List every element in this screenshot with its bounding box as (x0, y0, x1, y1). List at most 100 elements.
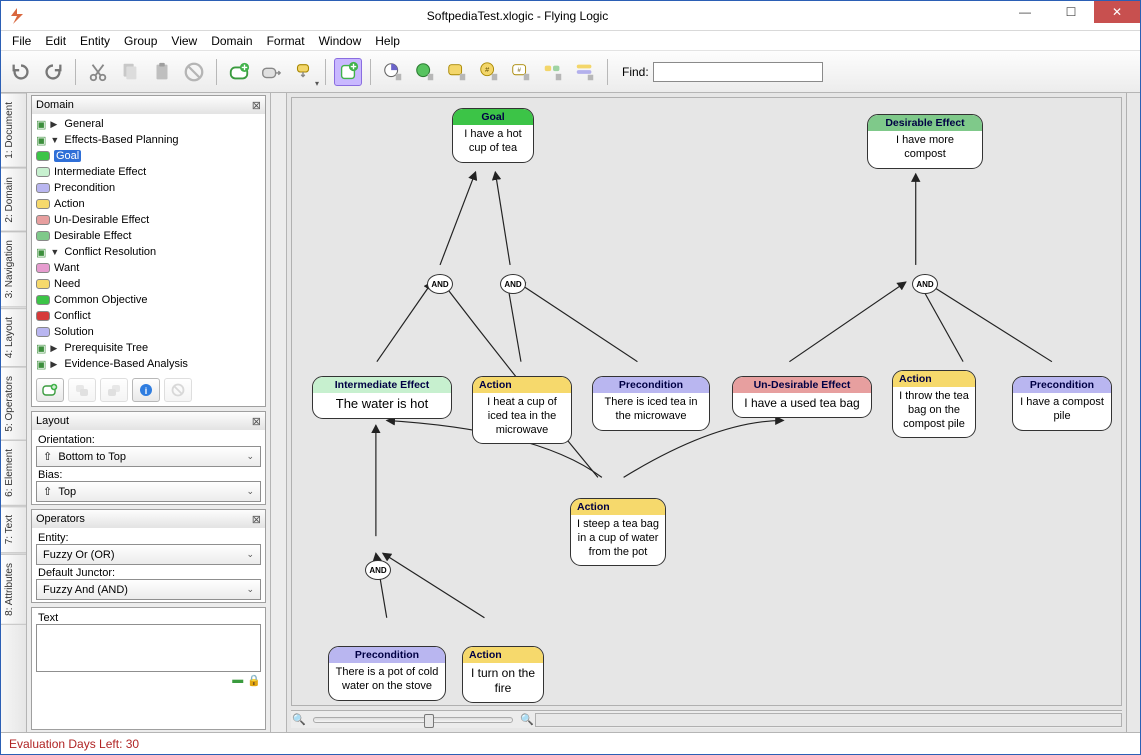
tree-ebp-desirable[interactable]: Desirable Effect (36, 228, 261, 244)
domain-delete-button[interactable] (164, 378, 192, 402)
tree-cr[interactable]: ▣▼Conflict Resolution (36, 244, 261, 260)
edge-weights-button[interactable] (411, 58, 439, 86)
menu-group[interactable]: Group (117, 33, 164, 49)
lock-icon[interactable]: 🔒 (247, 674, 261, 687)
tree-ebp-action[interactable]: Action (36, 196, 261, 212)
cut-button[interactable] (84, 58, 112, 86)
side-tab-text[interactable]: 7: Text (1, 506, 26, 553)
zoom-thumb[interactable] (424, 714, 434, 728)
domain-new-button[interactable] (36, 378, 64, 402)
tree-cr-need[interactable]: Need (36, 276, 261, 292)
add-entity-button[interactable] (225, 58, 253, 86)
menu-format[interactable]: Format (260, 33, 312, 49)
node-action-fire[interactable]: Action I turn on the fire (462, 646, 544, 703)
zoom-slider[interactable] (313, 717, 513, 723)
app-window: SoftpediaTest.xlogic - Flying Logic — ☐ … (0, 0, 1141, 755)
side-tab-document[interactable]: 1: Document (1, 93, 26, 168)
orientation-label: Orientation: (36, 432, 261, 446)
menu-edit[interactable]: Edit (38, 33, 73, 49)
node-precond-pot[interactable]: Precondition There is a pot of cold wate… (328, 646, 446, 701)
entity-combo[interactable]: Fuzzy Or (OR)⌄ (36, 544, 261, 565)
menu-view[interactable]: View (164, 33, 204, 49)
domain-panel-close-icon[interactable]: ⊠ (252, 99, 261, 112)
menu-help[interactable]: Help (368, 33, 407, 49)
tree-cr-common[interactable]: Common Objective (36, 292, 261, 308)
copy-button[interactable] (116, 58, 144, 86)
undo-button[interactable] (7, 58, 35, 86)
node-goal[interactable]: Goal I have a hot cup of tea (452, 108, 534, 163)
vertical-scrollbar[interactable] (1126, 93, 1140, 732)
tree-prereq[interactable]: ▣▶Prerequisite Tree (36, 340, 261, 356)
node-body: I have a used tea bag (733, 393, 871, 417)
sidebar-scrollbar[interactable] (271, 93, 287, 732)
junctor-and[interactable]: AND (365, 560, 391, 580)
side-tab-layout[interactable]: 4: Layout (1, 308, 26, 367)
paste-button[interactable] (148, 58, 176, 86)
bias-combo[interactable]: ⇧ Top⌄ (36, 481, 261, 502)
tree-cr-conflict[interactable]: Conflict (36, 308, 261, 324)
tree-ebp[interactable]: ▣▼Effects-Based Planning (36, 132, 261, 148)
minimize-button[interactable]: — (1002, 1, 1048, 23)
zoom-out-icon[interactable]: 🔍 (291, 713, 307, 726)
node-intermediate[interactable]: Intermediate Effect The water is hot (312, 376, 452, 419)
junctor-and[interactable]: AND (912, 274, 938, 294)
domain-dup-back-button[interactable] (68, 378, 96, 402)
add-preceding-button[interactable] (257, 58, 285, 86)
title-bar: SoftpediaTest.xlogic - Flying Logic — ☐ … (1, 1, 1140, 31)
diagram-canvas[interactable]: Goal I have a hot cup of tea Desirable E… (291, 97, 1122, 706)
tree-ebp-precondition[interactable]: Precondition (36, 180, 261, 196)
entity-class-button[interactable] (539, 58, 567, 86)
annotation-numbers-button[interactable]: # (475, 58, 503, 86)
side-tab-domain[interactable]: 2: Domain (1, 168, 26, 232)
orientation-combo[interactable]: ⇧ Bottom to Top⌄ (36, 446, 261, 467)
side-tab-navigation[interactable]: 3: Navigation (1, 231, 26, 307)
node-action-throw[interactable]: Action I throw the tea bag on the compos… (892, 370, 976, 438)
menu-entity[interactable]: Entity (73, 33, 117, 49)
zoom-in-icon[interactable]: 🔍 (519, 713, 535, 726)
annotations-button[interactable] (443, 58, 471, 86)
domain-info-button[interactable]: i (132, 378, 160, 402)
node-action-heat[interactable]: Action I heat a cup of iced tea in the m… (472, 376, 572, 444)
operators-panel-close-icon[interactable]: ⊠ (252, 513, 261, 526)
add-following-button[interactable]: ▾ (289, 58, 317, 86)
maximize-button[interactable]: ☐ (1048, 1, 1094, 23)
node-header: Un-Desirable Effect (733, 377, 871, 393)
entity-id-button[interactable]: # (507, 58, 535, 86)
domain-dup-fwd-button[interactable] (100, 378, 128, 402)
side-tab-operators[interactable]: 5: Operators (1, 367, 26, 441)
layout-panel-close-icon[interactable]: ⊠ (252, 415, 261, 428)
side-tab-attributes[interactable]: 8: Attributes (1, 554, 26, 625)
tree-ebp-undesirable[interactable]: Un-Desirable Effect (36, 212, 261, 228)
add-junctor-button[interactable] (334, 58, 362, 86)
tree-ebp-intermediate[interactable]: Intermediate Effect (36, 164, 261, 180)
close-button[interactable]: ✕ (1094, 1, 1140, 23)
find-input[interactable] (653, 62, 823, 82)
node-body: I have a hot cup of tea (453, 125, 533, 162)
tree-eba[interactable]: ▣▶Evidence-Based Analysis (36, 356, 261, 372)
menu-window[interactable]: Window (312, 33, 369, 49)
horizontal-scrollbar[interactable] (535, 713, 1122, 727)
operators-panel: Operators ⊠ Entity: Fuzzy Or (OR)⌄ Defau… (31, 509, 266, 603)
node-action-steep[interactable]: Action I steep a tea bag in a cup of wat… (570, 498, 666, 566)
junctor-and[interactable]: AND (427, 274, 453, 294)
tree-cr-solution[interactable]: Solution (36, 324, 261, 340)
node-precond-pile[interactable]: Precondition I have a compost pile (1012, 376, 1112, 431)
menu-domain[interactable]: Domain (204, 33, 259, 49)
node-undesirable[interactable]: Un-Desirable Effect I have a used tea ba… (732, 376, 872, 418)
text-input[interactable] (36, 624, 261, 672)
confidence-spinner-button[interactable] (379, 58, 407, 86)
delete-button[interactable] (180, 58, 208, 86)
evaluation-days-label: Evaluation Days Left: 30 (9, 737, 139, 751)
tree-cr-want[interactable]: Want (36, 260, 261, 276)
node-body: The water is hot (313, 393, 451, 418)
junctor-and[interactable]: AND (500, 274, 526, 294)
node-desirable[interactable]: Desirable Effect I have more compost (867, 114, 983, 169)
side-tab-element[interactable]: 6: Element (1, 440, 26, 506)
menu-file[interactable]: File (5, 33, 38, 49)
tree-ebp-goal[interactable]: Goal (36, 148, 261, 164)
node-precond-iced[interactable]: Precondition There is iced tea in the mi… (592, 376, 710, 431)
entity-titles-button[interactable] (571, 58, 599, 86)
junctor-combo[interactable]: Fuzzy And (AND)⌄ (36, 579, 261, 600)
tree-general[interactable]: ▣▶General (36, 116, 261, 132)
redo-button[interactable] (39, 58, 67, 86)
